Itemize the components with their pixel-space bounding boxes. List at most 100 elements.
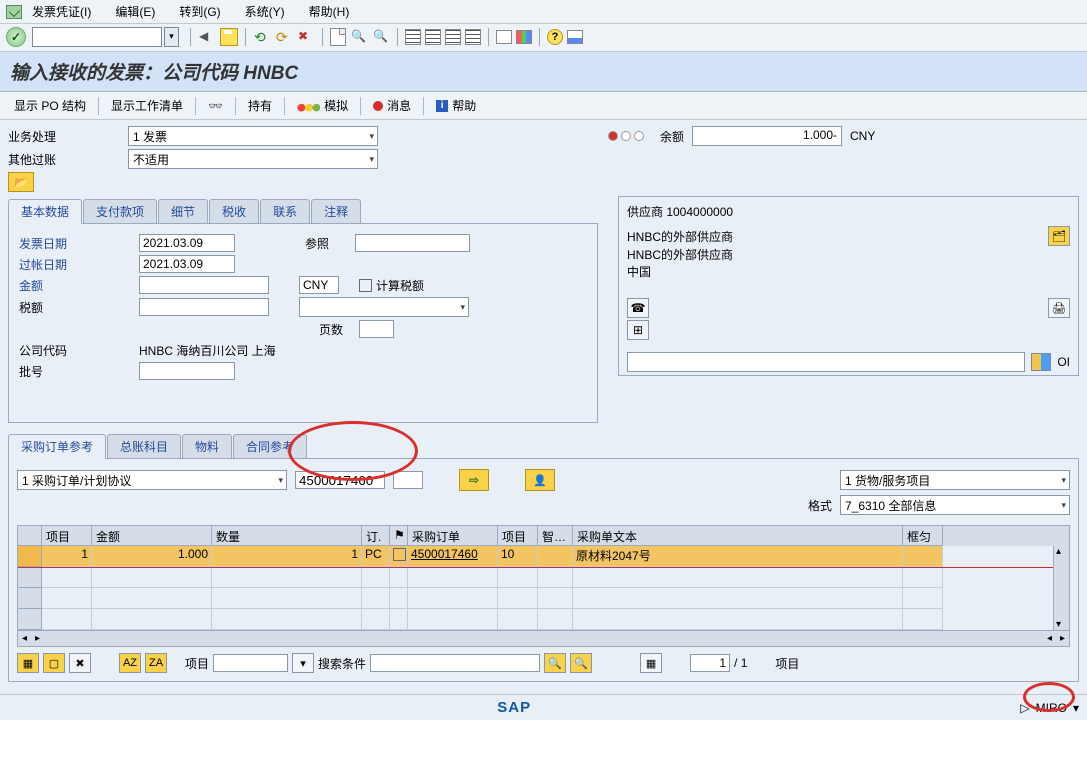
exit-icon[interactable] xyxy=(275,28,293,46)
app-icon[interactable] xyxy=(6,5,22,19)
tax-amount-input[interactable] xyxy=(139,298,269,316)
invoice-date-input[interactable]: 2021.03.09 xyxy=(139,234,235,252)
prev-page-icon[interactable] xyxy=(425,29,441,45)
grid-horizontal-scrollbar[interactable]: ◂▸◂▸ xyxy=(18,630,1069,646)
vendor-print-button[interactable] xyxy=(1048,298,1070,318)
tax-code-select[interactable] xyxy=(299,297,469,317)
menu-goto[interactable]: 转到(G) xyxy=(179,3,220,20)
find-next-button[interactable]: 🔍 xyxy=(570,653,592,673)
tab-basic-data[interactable]: 基本数据 xyxy=(8,199,82,224)
tree-toggle-button[interactable] xyxy=(8,172,34,192)
tab-contact[interactable]: 联系 xyxy=(260,199,310,223)
tab-payment[interactable]: 支付款项 xyxy=(83,199,157,223)
row-selector[interactable] xyxy=(18,546,42,567)
cell-item[interactable]: 1 xyxy=(42,546,92,567)
col-text[interactable]: 采购单文本 xyxy=(573,526,903,546)
layout-settings-icon[interactable] xyxy=(567,30,583,44)
po-item-input[interactable] xyxy=(393,471,423,489)
last-page-icon[interactable] xyxy=(465,29,481,45)
amount-label[interactable]: 金额 xyxy=(19,277,139,294)
cell-qty[interactable]: 1 xyxy=(212,546,362,567)
first-page-icon[interactable] xyxy=(405,29,421,45)
simulate-button[interactable]: 模拟 xyxy=(291,95,354,116)
col-quantity[interactable]: 数量 xyxy=(212,526,362,546)
open-items-icon[interactable] xyxy=(1031,353,1051,371)
grid-row[interactable] xyxy=(18,609,1069,630)
tab-material[interactable]: 物料 xyxy=(182,434,232,458)
col-item[interactable]: 项目 xyxy=(42,526,92,546)
help-icon[interactable] xyxy=(547,29,563,45)
work-list-button[interactable]: 显示工作清单 xyxy=(105,95,189,116)
hold-button[interactable]: 持有 xyxy=(242,95,278,116)
sort-desc-button[interactable]: ZA xyxy=(145,653,167,673)
other-invoice-button[interactable] xyxy=(202,97,229,115)
tab-contract[interactable]: 合同参考 xyxy=(233,434,307,458)
col-frame[interactable]: 框匀 xyxy=(903,526,943,546)
select-all-button[interactable]: ▦ xyxy=(17,653,39,673)
tab-detail[interactable]: 细节 xyxy=(158,199,208,223)
cell-smart[interactable] xyxy=(538,546,573,567)
shortcut-icon[interactable] xyxy=(516,30,532,44)
calc-tax-checkbox[interactable] xyxy=(359,279,372,292)
layout-select[interactable]: 7_6310 全部信息 xyxy=(840,495,1070,515)
invoice-date-label[interactable]: 发票日期 xyxy=(19,235,139,252)
transaction-code[interactable]: MIRO xyxy=(1036,701,1067,715)
menu-system[interactable]: 系统(Y) xyxy=(245,3,285,20)
status-dropdown-icon[interactable]: ▾ xyxy=(1073,701,1079,715)
col-po[interactable]: 采购订单 xyxy=(408,526,498,546)
col-amount[interactable]: 金额 xyxy=(92,526,212,546)
business-transaction-select[interactable]: 1 发票 xyxy=(128,126,378,146)
cell-frame[interactable] xyxy=(903,546,943,567)
back-icon[interactable] xyxy=(198,28,216,46)
col-order-unit[interactable]: 订. xyxy=(362,526,390,546)
new-session-icon[interactable] xyxy=(496,30,512,44)
vendor-text-input[interactable] xyxy=(627,352,1025,372)
vendor-display-button[interactable] xyxy=(1048,226,1070,246)
grid-row[interactable]: 1 1.000 1 PC 4500017460 10 原材料2047号 xyxy=(18,546,1069,567)
next-page-icon[interactable] xyxy=(445,29,461,45)
enter-button[interactable] xyxy=(6,27,26,47)
search-input[interactable] xyxy=(370,654,540,672)
print-icon[interactable] xyxy=(330,28,346,46)
menu-edit[interactable]: 编辑(E) xyxy=(115,3,155,20)
back-nav-icon[interactable] xyxy=(253,28,271,46)
find-icon[interactable] xyxy=(350,28,368,46)
open-items-label[interactable]: OI xyxy=(1057,355,1070,369)
row-selector-header[interactable] xyxy=(18,526,42,546)
vendor-address-button[interactable]: ☎ xyxy=(627,298,649,318)
tab-po-reference[interactable]: 采购订单参考 xyxy=(8,434,106,459)
item-nav-input[interactable] xyxy=(213,654,288,672)
cell-po[interactable]: 4500017460 xyxy=(408,546,498,567)
goods-service-select[interactable]: 1 货物/服务项目 xyxy=(840,470,1070,490)
grid-vertical-scrollbar[interactable] xyxy=(1053,546,1069,630)
status-expand-icon[interactable]: ▷ xyxy=(1020,701,1029,715)
menu-invoice[interactable]: 发票凭证(I) xyxy=(32,3,91,20)
col-smart[interactable]: 智… xyxy=(538,526,573,546)
assignment-button[interactable] xyxy=(525,469,555,491)
cell-text[interactable]: 原材料2047号 xyxy=(573,546,903,567)
reference-category-select[interactable]: 1 采购订单/计划协议 xyxy=(17,470,287,490)
tab-note[interactable]: 注释 xyxy=(311,199,361,223)
other-posting-select[interactable]: 不适用 xyxy=(128,149,378,169)
command-field[interactable] xyxy=(32,27,162,47)
grid-row[interactable] xyxy=(18,588,1069,609)
help-text-button[interactable]: 帮助 xyxy=(430,95,482,116)
row-checkbox[interactable] xyxy=(393,548,406,561)
cell-flag[interactable] xyxy=(390,546,408,567)
po-link[interactable]: 4500017460 xyxy=(411,547,478,561)
cancel-icon[interactable] xyxy=(297,28,315,46)
show-po-structure-button[interactable]: 显示 PO 结构 xyxy=(8,95,92,116)
cell-po-item[interactable]: 10 xyxy=(498,546,538,567)
sort-asc-button[interactable]: AZ xyxy=(119,653,141,673)
currency-input[interactable]: CNY xyxy=(299,276,339,294)
tab-gl-account[interactable]: 总账科目 xyxy=(107,434,181,458)
command-dropdown[interactable] xyxy=(164,27,179,47)
col-po-item[interactable]: 项目 xyxy=(498,526,538,546)
batch-input[interactable] xyxy=(139,362,235,380)
item-go-button[interactable]: ▾ xyxy=(292,653,314,673)
amount-input[interactable] xyxy=(139,276,269,294)
menu-help[interactable]: 帮助(H) xyxy=(309,3,350,20)
calculator-button[interactable]: ▦ xyxy=(640,653,662,673)
grid-row[interactable] xyxy=(18,567,1069,588)
delete-row-button[interactable]: ✖ xyxy=(69,653,91,673)
